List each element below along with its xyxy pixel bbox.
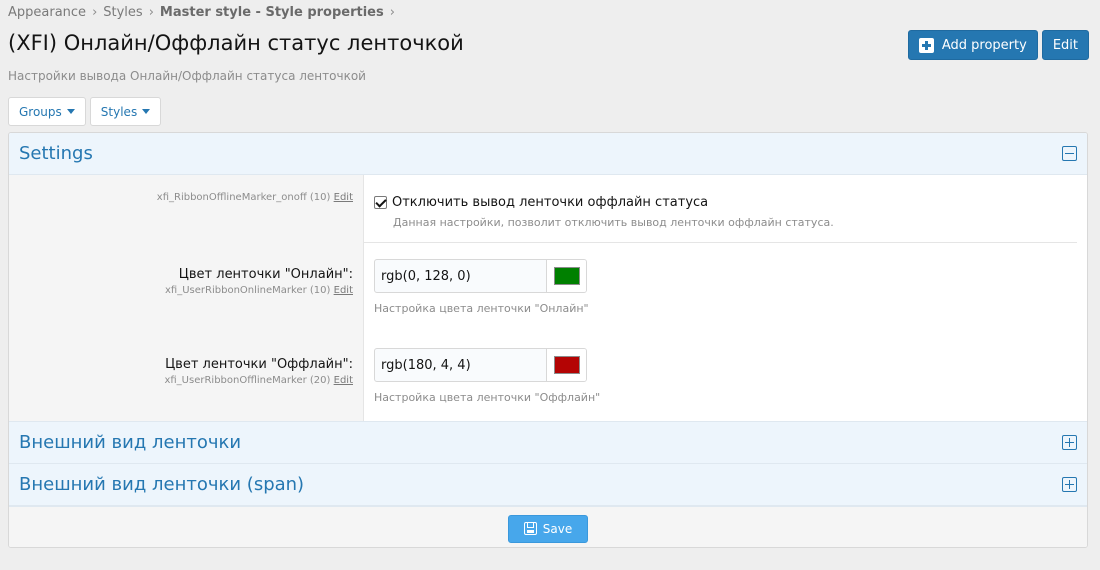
save-button[interactable]: Save: [508, 514, 588, 543]
field-column: Отключить вывод ленточки оффлайн статуса…: [364, 175, 1087, 421]
online-color-swatch: [553, 267, 580, 285]
page-subtitle: Настройки вывода Онлайн/Оффлайн статуса …: [8, 69, 366, 83]
row-label-cell: Цвет ленточки "Оффлайн": xfi_UserRibbonO…: [9, 332, 363, 422]
property-meta-name: xfi_RibbonOfflineMarker_onoff (10): [156, 192, 331, 203]
label-column: xfi_RibbonOfflineMarker_onoff (10) Edit …: [9, 175, 364, 421]
breadcrumb-style-properties[interactable]: Master style - Style properties: [160, 5, 384, 20]
top-actions: Add property Edit: [907, 30, 1089, 60]
groups-dropdown[interactable]: Groups: [8, 97, 86, 126]
breadcrumb: Appearance › Styles › Master style - Style p…: [8, 5, 401, 20]
row-field-cell: Отключить вывод ленточки оффлайн статуса…: [364, 175, 1087, 242]
online-color-picker[interactable]: [546, 260, 586, 292]
add-property-button[interactable]: Add property: [907, 30, 1038, 60]
online-color-label: Цвет ленточки "Онлайн":: [178, 267, 353, 282]
style-properties-block: Settings xfi_RibbonOfflineMarker_onoff (…: [8, 132, 1088, 548]
property-meta-name: xfi_UserRibbonOnlineMarker (10): [165, 285, 331, 296]
offline-color-value[interactable]: rgb(180, 4, 4): [375, 349, 546, 381]
breadcrumb-appearance[interactable]: Appearance: [8, 5, 86, 20]
property-meta-name: xfi_UserRibbonOfflineMarker (20): [164, 375, 331, 386]
ribbon-span-appearance-header[interactable]: Внешний вид ленточки (span): [9, 464, 1087, 506]
caret-down-icon: [142, 109, 151, 114]
online-color-value[interactable]: rgb(0, 128, 0): [375, 260, 546, 292]
filters: Groups Styles: [8, 97, 162, 126]
ribbon-appearance-title: Внешний вид ленточки: [19, 432, 242, 453]
property-meta: xfi_UserRibbonOnlineMarker (10) Edit: [9, 285, 353, 296]
offline-color-swatch: [553, 356, 580, 374]
add-property-label: Add property: [941, 37, 1027, 53]
caret-down-icon: [66, 109, 75, 114]
breadcrumb-styles[interactable]: Styles: [103, 5, 142, 20]
disable-offline-ribbon-checkbox[interactable]: [374, 196, 387, 209]
property-edit-link[interactable]: Edit: [334, 375, 353, 386]
row-field-cell: rgb(0, 128, 0) Настройка цвета ленточки …: [364, 243, 1087, 333]
ribbon-span-appearance-title: Внешний вид ленточки (span): [19, 474, 305, 495]
row-label-cell: Цвет ленточки "Онлайн": xfi_UserRibbonOn…: [9, 242, 363, 332]
offline-color-input[interactable]: rgb(180, 4, 4): [374, 348, 587, 382]
property-edit-link[interactable]: Edit: [334, 285, 353, 296]
page-title: (XFI) Онлайн/Оффлайн статус ленточкой: [8, 31, 464, 55]
expand-icon[interactable]: [1062, 477, 1077, 492]
collapse-icon[interactable]: [1062, 146, 1077, 161]
groups-label: Groups: [19, 104, 62, 119]
save-icon: [523, 522, 537, 535]
field-hint: Настройка цвета ленточки "Онлайн": [374, 302, 589, 315]
ribbon-appearance-header[interactable]: Внешний вид ленточки: [9, 422, 1087, 464]
edit-button[interactable]: Edit: [1041, 30, 1089, 60]
property-meta: xfi_UserRibbonOfflineMarker (20) Edit: [9, 375, 353, 386]
save-label: Save: [542, 521, 573, 536]
settings-title: Settings: [19, 143, 93, 164]
expand-icon[interactable]: [1062, 435, 1077, 450]
offline-color-picker[interactable]: [546, 349, 586, 381]
row-label-cell: xfi_RibbonOfflineMarker_onoff (10) Edit: [9, 175, 363, 242]
plus-square-icon: [918, 37, 934, 53]
form-footer: Save: [9, 506, 1087, 547]
field-hint: Данная настройки, позволит отключить выв…: [393, 216, 834, 229]
property-meta: xfi_RibbonOfflineMarker_onoff (10) Edit: [9, 192, 353, 203]
row-field-cell: rgb(180, 4, 4) Настройка цвета ленточки …: [364, 333, 1087, 423]
styles-label: Styles: [100, 104, 138, 119]
checkbox-row[interactable]: Отключить вывод ленточки оффлайн статуса: [374, 192, 1087, 211]
offline-color-label: Цвет ленточки "Оффлайн":: [165, 357, 353, 372]
property-edit-link[interactable]: Edit: [334, 192, 353, 203]
field-hint: Настройка цвета ленточки "Оффлайн": [374, 391, 601, 404]
disable-offline-ribbon-label[interactable]: Отключить вывод ленточки оффлайн статуса: [392, 195, 708, 210]
online-color-input[interactable]: rgb(0, 128, 0): [374, 259, 587, 293]
settings-header[interactable]: Settings: [9, 133, 1087, 175]
chevron-right-icon: ›: [389, 5, 395, 20]
chevron-right-icon: ›: [92, 5, 98, 20]
chevron-right-icon: ›: [148, 5, 154, 20]
settings-body: xfi_RibbonOfflineMarker_onoff (10) Edit …: [9, 175, 1087, 422]
styles-dropdown[interactable]: Styles: [89, 97, 162, 126]
